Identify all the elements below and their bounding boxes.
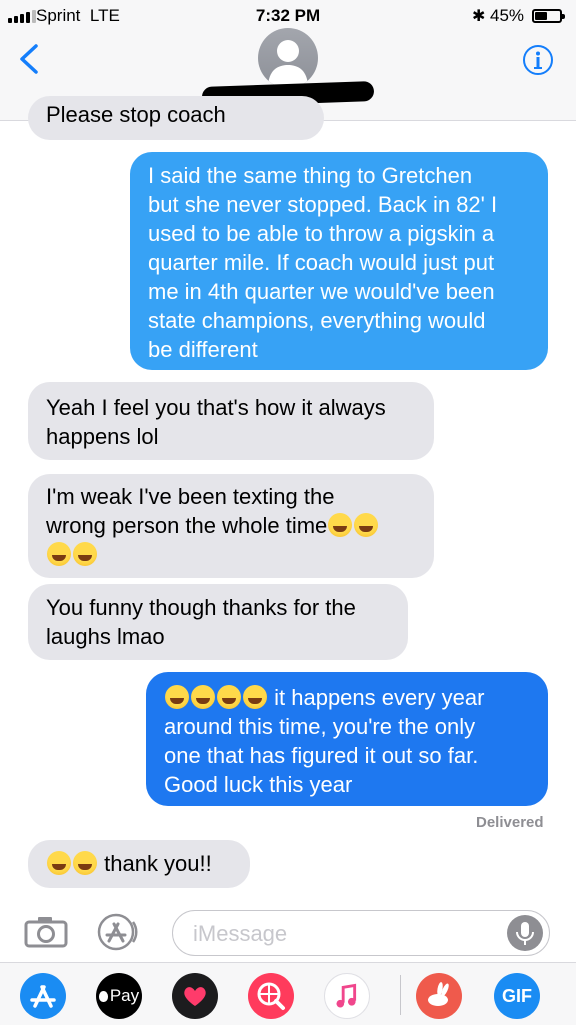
web-image-search-app-button[interactable] [248,973,294,1019]
delivered-status: Delivered [476,814,544,831]
rabbit-app-button[interactable] [416,973,462,1019]
tears-of-joy-emoji-icon [354,513,379,537]
rabbit-icon [428,982,449,1006]
message-input[interactable] [173,911,515,956]
message-line-with-emoji: wrong person the whole time [46,511,416,540]
music-note-icon [336,983,357,1008]
person-silhouette-icon [268,40,308,88]
microphone-glyph [516,922,534,945]
tears-of-joy-emoji-icon [217,685,241,709]
apple-pay-app-button[interactable]: Pay [96,973,142,1019]
apple-pay-label: Pay [109,986,140,1005]
imessage-field[interactable] [172,910,550,956]
message-line: I'm weak I've been texting the [46,484,335,509]
message-line-with-emoji: thank you!! [46,849,232,878]
globe-search-icon [257,982,285,1010]
music-app-button[interactable] [324,973,370,1019]
message-bubble-incoming[interactable]: You funny though thanks for the laughs l… [28,584,408,660]
gif-app-button[interactable]: GIF [494,973,540,1019]
tears-of-joy-emoji-icon [165,685,189,709]
message-line: You funny though thanks for the [46,595,356,620]
tears-of-joy-emoji-icon [328,513,353,537]
message-line: me in 4th quarter we would've been [148,279,495,304]
bluetooth-icon: ✱ [472,8,486,25]
message-line-with-emoji: it happens every year [164,683,530,712]
message-bubble-incoming-partial: Please stop coach [28,96,324,140]
message-bubble-incoming[interactable]: thank you!! [28,840,250,888]
message-line: I said the same thing to Gretchen [148,163,473,188]
heart-icon [184,987,206,1006]
message-line: state champions, everything would [148,308,486,333]
info-icon[interactable] [522,44,554,76]
chevron-left-icon[interactable] [14,42,48,76]
tears-of-joy-emoji-icon [73,542,97,566]
imessage-app-drawer: Pay GIF [0,962,576,1025]
message-text: Please stop coach [46,102,226,127]
message-bubble-incoming[interactable]: Yeah I feel you that's how it always hap… [28,382,434,460]
app-store-app-button[interactable] [20,973,66,1019]
contact-avatar[interactable] [258,28,318,88]
battery-percentage: 45% [490,6,525,25]
microphone-icon[interactable] [507,915,543,951]
message-text: thank you!! [104,851,212,876]
message-line: laughs lmao [46,624,165,649]
gif-label: GIF [502,985,532,1006]
message-line: used to be able to throw a pigskin a [148,221,495,246]
camera-icon[interactable] [24,914,68,948]
message-line: Good luck this year [164,772,353,797]
message-line: be different [148,337,258,362]
message-line: quarter mile. If coach would just put [148,250,495,275]
app-store-icon [30,985,56,1008]
message-line: but she never stopped. Back in 82' I [148,192,498,217]
tears-of-joy-emoji-icon [73,851,97,875]
tears-of-joy-emoji-icon [191,685,215,709]
message-line: Yeah I feel you that's how it always [46,395,386,420]
tears-of-joy-emoji-icon [47,542,71,566]
message-line: around this time, you're the only [164,714,476,739]
message-text: wrong person the whole time [46,513,328,538]
tears-of-joy-emoji-icon [47,851,71,875]
message-line: happens lol [46,424,159,449]
drawer-divider [400,975,401,1015]
battery-icon [532,9,565,23]
apple-logo-icon [98,990,108,1002]
message-bubble-incoming[interactable]: I'm weak I've been texting the wrong per… [28,474,434,578]
message-text: it happens every year [274,685,485,710]
message-bubble-outgoing[interactable]: it happens every year around this time, … [146,672,548,806]
message-bubble-outgoing[interactable]: I said the same thing to Gretchen but sh… [130,152,548,370]
digital-touch-app-button[interactable] [172,973,218,1019]
status-bar: Sprint LTE 7:32 PM ✱ 45% [0,4,576,28]
emoji-line [46,540,416,569]
app-store-icon[interactable] [96,912,142,952]
message-line: one that has figured it out so far. [164,743,479,768]
tears-of-joy-emoji-icon [243,685,267,709]
